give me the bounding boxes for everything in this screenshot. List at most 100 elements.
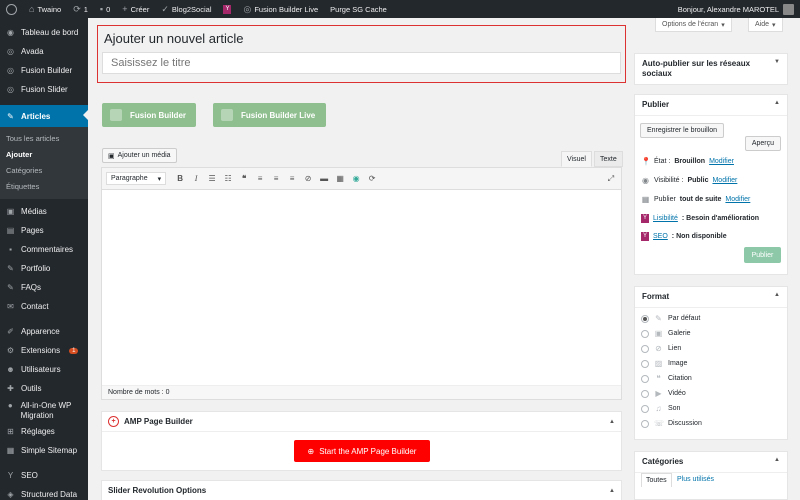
format-option-standard[interactable]: ✎ Par défaut bbox=[641, 314, 700, 323]
radio-button[interactable] bbox=[641, 419, 649, 428]
sidebar-item-settings[interactable]: ⊞ Réglages bbox=[0, 422, 88, 441]
yoast-menu[interactable]: Y bbox=[223, 4, 232, 14]
wp-logo-menu[interactable] bbox=[6, 3, 17, 15]
format-option-chat[interactable]: ☏ Discussion bbox=[641, 419, 702, 428]
sidebar-item-users[interactable]: ☻ Utilisateurs bbox=[0, 360, 88, 379]
sidebar-item-structured-data[interactable]: ◈ Structured Data bbox=[0, 485, 88, 500]
tab-text[interactable]: Texte bbox=[594, 151, 623, 167]
format-option-quote[interactable]: ❝ Citation bbox=[641, 374, 692, 383]
help-button[interactable]: Aide ▾ bbox=[748, 18, 783, 32]
sidebar-item-seo[interactable]: Y SEO bbox=[0, 466, 88, 485]
sidebar-item-articles[interactable]: ✎ Articles bbox=[0, 105, 88, 127]
amp-box-header[interactable]: + AMP Page Builder ▲ bbox=[102, 412, 621, 432]
categories-header[interactable]: Catégories ▲ bbox=[635, 452, 787, 473]
toolbar-toggle-icon[interactable]: ▦ bbox=[334, 173, 346, 185]
yoast-icon: Y bbox=[641, 214, 649, 223]
submenu-categories[interactable]: Catégories bbox=[0, 163, 88, 179]
sidebar-item-sitemap[interactable]: ▦ Simple Sitemap bbox=[0, 441, 88, 460]
tab-all-categories[interactable]: Toutes bbox=[641, 473, 672, 487]
italic-icon[interactable]: I bbox=[190, 173, 202, 185]
submenu-add-new[interactable]: Ajouter bbox=[0, 147, 88, 163]
more-tag-icon[interactable]: ▬ bbox=[318, 173, 330, 185]
purge-cache-link[interactable]: Purge SG Cache bbox=[330, 5, 387, 14]
refresh-icon[interactable]: ⟳ bbox=[366, 173, 378, 185]
fusion-shortcode-icon[interactable]: ◉ bbox=[350, 173, 362, 185]
fusion-builder-live-button[interactable]: Fusion Builder Live bbox=[213, 103, 326, 127]
sidebar-item-fusion-slider[interactable]: ◎ Fusion Slider bbox=[0, 80, 88, 99]
align-center-icon[interactable]: ≡ bbox=[270, 173, 282, 185]
radio-button[interactable] bbox=[641, 389, 649, 398]
comments-link[interactable]: ▪ 0 bbox=[100, 4, 110, 14]
radio-button[interactable] bbox=[641, 329, 649, 338]
bold-icon[interactable]: B bbox=[174, 173, 186, 185]
numbered-list-icon[interactable]: ☷ bbox=[222, 173, 234, 185]
post-title-input[interactable] bbox=[102, 52, 621, 74]
format-option-image[interactable]: ▨ Image bbox=[641, 359, 687, 368]
publish-header[interactable]: Publier ▲ bbox=[635, 95, 787, 116]
format-option-link[interactable]: ⊘ Lien bbox=[641, 344, 681, 353]
fusion-live-link[interactable]: ◎ Fusion Builder Live bbox=[243, 4, 318, 15]
sidebar-item-plugins[interactable]: ⚙ Extensions 1 bbox=[0, 341, 88, 360]
radio-button[interactable] bbox=[641, 344, 649, 353]
link-icon[interactable]: ⊘ bbox=[302, 173, 314, 185]
sidebar-item-media[interactable]: ▣ Médias bbox=[0, 202, 88, 221]
align-right-icon[interactable]: ≡ bbox=[286, 173, 298, 185]
slider-rev-header[interactable]: Slider Revolution Options ▲ bbox=[102, 481, 621, 500]
blog2social-link[interactable]: ✓ Blog2Social bbox=[161, 4, 211, 15]
seo-link[interactable]: SEO bbox=[653, 233, 668, 240]
screen-options-button[interactable]: Options de l'écran ▾ bbox=[655, 18, 732, 32]
submenu-tags[interactable]: Étiquettes bbox=[0, 179, 88, 195]
collapse-arrow-icon[interactable]: ▲ bbox=[609, 488, 615, 494]
preview-button[interactable]: Aperçu bbox=[744, 136, 781, 151]
content-editor[interactable]: Paragraphe ▾ B I ☰ ☷ ❝ ≡ ≡ ≡ ⊘ ▬ ▦ ◉ ⟳ ⤢ … bbox=[101, 167, 622, 400]
blockquote-icon[interactable]: ❝ bbox=[238, 173, 250, 185]
format-header[interactable]: Format ▲ bbox=[635, 287, 787, 308]
radio-button[interactable] bbox=[641, 404, 649, 413]
format-select[interactable]: Paragraphe ▾ bbox=[106, 172, 167, 185]
collapse-arrow-icon[interactable]: ▲ bbox=[609, 419, 615, 425]
sidebar-item-pages[interactable]: ▤ Pages bbox=[0, 221, 88, 240]
sidebar-item-migration[interactable]: ● All-in-One WP Migration bbox=[0, 398, 88, 422]
align-left-icon[interactable]: ≡ bbox=[254, 173, 266, 185]
sidebar-item-tools[interactable]: ✚ Outils bbox=[0, 379, 88, 398]
bullet-list-icon[interactable]: ☰ bbox=[206, 173, 218, 185]
format-option-video[interactable]: ▶ Vidéo bbox=[641, 389, 686, 398]
radio-button[interactable] bbox=[641, 314, 649, 323]
collapse-arrow-icon[interactable]: ▲ bbox=[774, 100, 780, 106]
edit-status-link[interactable]: Modifier bbox=[709, 158, 734, 165]
sidebar-item-faqs[interactable]: ✎ FAQs bbox=[0, 278, 88, 297]
dashboard-icon: ◉ bbox=[7, 28, 14, 37]
sidebar-item-dashboard[interactable]: ◉ Tableau de bord bbox=[0, 23, 88, 42]
new-content-link[interactable]: + Créer bbox=[122, 4, 149, 14]
sidebar-item-contact[interactable]: ✉ Contact bbox=[0, 297, 88, 316]
fullscreen-icon[interactable]: ⤢ bbox=[605, 173, 617, 185]
publish-button[interactable]: Publier bbox=[744, 247, 781, 263]
radio-button[interactable] bbox=[641, 359, 649, 368]
sidebar-item-appearance[interactable]: ✐ Apparence bbox=[0, 322, 88, 341]
collapse-arrow-icon[interactable]: ▼ bbox=[774, 59, 780, 65]
edit-schedule-link[interactable]: Modifier bbox=[725, 196, 750, 203]
sidebar-item-portfolio[interactable]: ✎ Portfolio bbox=[0, 259, 88, 278]
sidebar-item-fusion-builder[interactable]: ◎ Fusion Builder bbox=[0, 61, 88, 80]
collapse-arrow-icon[interactable]: ▲ bbox=[774, 457, 780, 463]
start-amp-builder-button[interactable]: ⊕ Start the AMP Page Builder bbox=[294, 440, 430, 462]
account-menu[interactable]: Bonjour, Alexandre MAROTEL bbox=[678, 3, 794, 15]
radio-button[interactable] bbox=[641, 374, 649, 383]
submenu-all-articles[interactable]: Tous les articles bbox=[0, 131, 88, 147]
collapse-arrow-icon[interactable]: ▲ bbox=[774, 292, 780, 298]
sidebar-item-avada[interactable]: ◎ Avada bbox=[0, 42, 88, 61]
format-option-audio[interactable]: ♫ Son bbox=[641, 404, 680, 413]
auto-publish-header[interactable]: Auto-publier sur les réseaux sociaux ▼ bbox=[635, 54, 787, 84]
fusion-builder-button[interactable]: Fusion Builder bbox=[102, 103, 196, 127]
tab-visual[interactable]: Visuel bbox=[561, 151, 592, 167]
readability-link[interactable]: Lisibilité bbox=[653, 215, 678, 222]
edit-visibility-link[interactable]: Modifier bbox=[712, 177, 737, 184]
site-name-link[interactable]: ⌂ Twaino bbox=[29, 4, 61, 14]
tab-most-used[interactable]: Plus utilisés bbox=[673, 473, 718, 486]
sidebar-item-comments[interactable]: ▪ Commentaires bbox=[0, 240, 88, 259]
save-draft-button[interactable]: Enregistrer le brouillon bbox=[640, 123, 725, 138]
add-media-button[interactable]: ▣ Ajouter un média bbox=[102, 148, 177, 163]
format-option-gallery[interactable]: ▣ Galerie bbox=[641, 329, 691, 338]
updates-link[interactable]: ⟳ 1 bbox=[73, 4, 88, 15]
image-icon: ▨ bbox=[654, 359, 663, 368]
